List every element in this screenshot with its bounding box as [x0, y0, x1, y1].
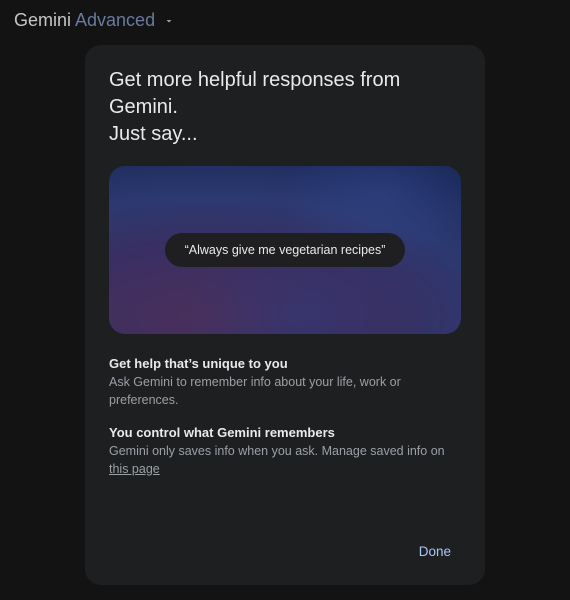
- section-body: Ask Gemini to remember info about your l…: [109, 374, 461, 409]
- onboarding-modal: Get more helpful responses from Gemini. …: [85, 45, 485, 585]
- modal-title-line1: Get more helpful responses from Gemini.: [109, 69, 400, 118]
- example-chip: “Always give me vegetarian recipes”: [165, 233, 406, 267]
- info-section-control: You control what Gemini remembers Gemini…: [109, 425, 461, 478]
- spacer: [109, 494, 461, 536]
- brand-tier: Advanced: [75, 10, 155, 31]
- hero-illustration: “Always give me vegetarian recipes”: [109, 166, 461, 334]
- done-button[interactable]: Done: [409, 536, 461, 567]
- section-body-prefix: Gemini only saves info when you ask. Man…: [109, 444, 445, 458]
- brand-name: Gemini: [14, 10, 71, 31]
- chevron-down-icon[interactable]: [163, 15, 175, 27]
- modal-title: Get more helpful responses from Gemini. …: [109, 67, 461, 148]
- section-title: You control what Gemini remembers: [109, 425, 461, 440]
- manage-info-link[interactable]: this page: [109, 462, 160, 476]
- info-section-unique: Get help that’s unique to you Ask Gemini…: [109, 356, 461, 409]
- app-header: Gemini Advanced: [0, 0, 570, 41]
- modal-footer: Done: [109, 536, 461, 567]
- modal-title-line2: Just say...: [109, 123, 198, 145]
- section-title: Get help that’s unique to you: [109, 356, 461, 371]
- section-body: Gemini only saves info when you ask. Man…: [109, 443, 461, 478]
